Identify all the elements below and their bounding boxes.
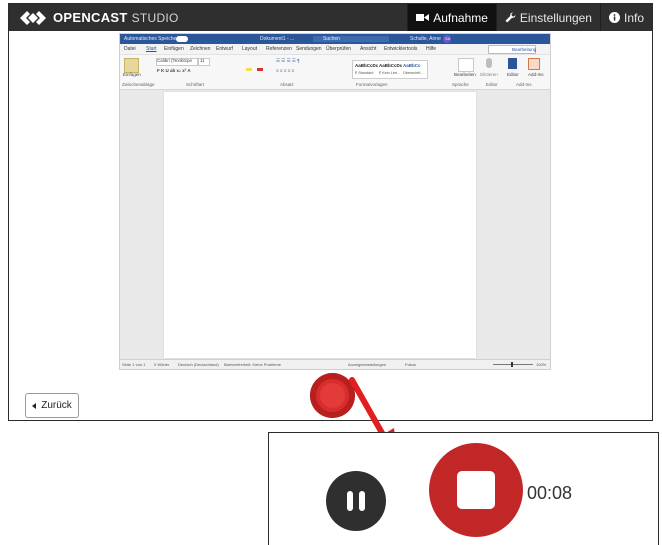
info-icon: [608, 12, 620, 23]
word-style-sample: AaBbCcDc: [379, 63, 403, 68]
word-font-size: 11: [200, 58, 205, 63]
word-status-lang: Deutsch (Deutschland): [178, 362, 219, 367]
word-ribbon-group-label: Editor: [486, 82, 498, 87]
stop-button[interactable]: [429, 443, 523, 537]
word-status-page: Seite 1 von 1: [122, 362, 146, 367]
word-menu-tab: Hilfe: [426, 46, 437, 52]
word-autosave-label: Automatisches Speichern: [124, 36, 181, 42]
word-style-name: ¶ Standard: [355, 71, 374, 75]
pause-icon-bar-left: [347, 491, 353, 511]
word-dictate-label: Diktieren: [480, 72, 498, 77]
word-list-glyphs: ☰ ☰ ☰ ☰ ¶: [276, 58, 300, 63]
caret-left-icon: [32, 402, 37, 409]
video-camera-icon: [416, 14, 430, 21]
word-menu-tab: Ansicht: [360, 46, 377, 52]
word-menu-tab: Start: [146, 46, 157, 52]
cursor-highlight: [310, 373, 355, 418]
word-menu-tab: Zeichnen: [190, 46, 211, 52]
word-style-sample: AaBbCc: [403, 63, 421, 68]
word-style-name: ¶ Kein Lee...: [379, 71, 401, 75]
word-status-display: Anzeigeeinstellungen: [348, 362, 387, 367]
word-menu-tabs: Bearbeitung Datei Start Einfügen Zeichnen En…: [120, 44, 550, 55]
word-addins-label: Add-Ins: [528, 72, 544, 77]
word-menu-tab: Überprüfen: [326, 46, 352, 52]
word-document-page: [164, 92, 476, 358]
pause-button[interactable]: [326, 471, 386, 531]
word-ribbon-group-label: Formatvorlagen: [356, 82, 388, 87]
nav-record[interactable]: Aufnahme: [407, 4, 496, 31]
autosave-toggle: [176, 36, 188, 42]
top-bar: OPENCAST STUDIO Aufnahme Einstellungen I…: [9, 4, 652, 31]
word-style-sample: AaBbCcDc: [355, 63, 379, 68]
recording-controls-zoom: 00:08: [268, 432, 659, 545]
logo-suffix: STUDIO: [131, 11, 179, 25]
word-ribbon-group-label: Add-Ins: [516, 82, 532, 87]
editor-icon: [508, 58, 517, 69]
logo-text: OPENCAST STUDIO: [53, 10, 179, 25]
word-search-btn-label: Bearbeiten: [454, 72, 476, 77]
word-menu-tab: Referenzen: [266, 46, 292, 52]
stop-icon: [457, 471, 495, 509]
nav-info-label: Info: [623, 10, 644, 25]
word-menu-tab: Datei: [124, 46, 136, 52]
highlight-color: [246, 68, 252, 71]
word-menu-tab: Sendungen: [296, 46, 322, 52]
recording-timer: 00:08: [527, 483, 573, 503]
word-doc-name: Dokument1 - ...: [260, 36, 295, 42]
word-status-access: Barrierefreiheit: Keine Probleme: [224, 362, 281, 367]
word-zoom-knob: [511, 362, 513, 367]
addins-icon: [528, 58, 540, 70]
word-style-gallery: AaBbCcDc ¶ Standard AaBbCcDc ¶ Kein Lee... A…: [352, 60, 428, 79]
nav-settings[interactable]: Einstellungen: [495, 4, 600, 31]
word-menu-tab: Entwurf: [216, 46, 233, 52]
word-style-name: Überschrif...: [403, 71, 424, 75]
word-search-label: Suchen: [323, 36, 340, 42]
font-color: [257, 68, 263, 71]
word-editing-button: Bearbeitung: [488, 45, 536, 54]
find-icon: [458, 58, 474, 72]
logo-brand: OPENCAST: [53, 10, 128, 25]
word-avatar-initials: SA: [445, 36, 451, 41]
back-button[interactable]: Zurück: [25, 393, 79, 418]
clipboard-icon: [124, 58, 139, 73]
wrench-icon: [505, 12, 516, 23]
nav-settings-label: Einstellungen: [519, 10, 592, 25]
word-zoom-slider: [493, 364, 533, 365]
word-status-zoom: 100%: [536, 362, 547, 367]
word-user-name: Schulte, Anne: [410, 36, 441, 42]
word-paste-label: Einfügen: [123, 72, 141, 77]
word-status-focus: Fokus: [405, 362, 416, 367]
word-ribbon-group-label: Sprache: [452, 82, 469, 87]
word-editing-label: Bearbeitung: [512, 47, 537, 52]
word-font-name: Calibri (Textkörpe: [157, 58, 193, 63]
word-ribbon-group-label: Schriftart: [186, 82, 205, 87]
word-align-glyphs: ≡ ≡ ≡ ≡ ≡: [276, 68, 295, 73]
word-ribbon: Einfügen Calibri (Textkörpe 11 F K U ab …: [120, 55, 550, 90]
top-nav: Aufnahme Einstellungen Info: [407, 4, 652, 31]
word-menu-tab: Entwicklertools: [384, 46, 418, 52]
word-status-bar: Seite 1 von 1 0 Wörter Deutsch (Deutschl…: [120, 359, 550, 369]
pause-icon-bar-right: [359, 491, 365, 511]
word-editor-label: Editor: [507, 72, 519, 77]
nav-record-label: Aufnahme: [433, 10, 488, 25]
word-format-glyphs: F K U ab x₂ x² A: [157, 68, 191, 73]
nav-info[interactable]: Info: [599, 4, 652, 31]
screen-preview: Automatisches Speichern Dokument1 - ... …: [119, 33, 551, 370]
back-button-label: Zurück: [41, 400, 72, 411]
word-menu-tab: Einfügen: [164, 46, 184, 52]
word-status-words: 0 Wörter: [154, 362, 170, 367]
word-ribbon-group-label: Zwischenablage: [122, 82, 155, 87]
word-ribbon-group-label: Absatz: [280, 82, 294, 87]
word-titlebar: Automatisches Speichern Dokument1 - ... …: [120, 34, 550, 44]
microphone-icon: [486, 58, 492, 68]
opencast-logo-icon: [20, 10, 46, 25]
word-menu-tab: Layout: [242, 46, 258, 52]
studio-window: OPENCAST STUDIO Aufnahme Einstellungen I…: [8, 3, 653, 421]
opencast-logo: OPENCAST STUDIO: [19, 9, 179, 26]
